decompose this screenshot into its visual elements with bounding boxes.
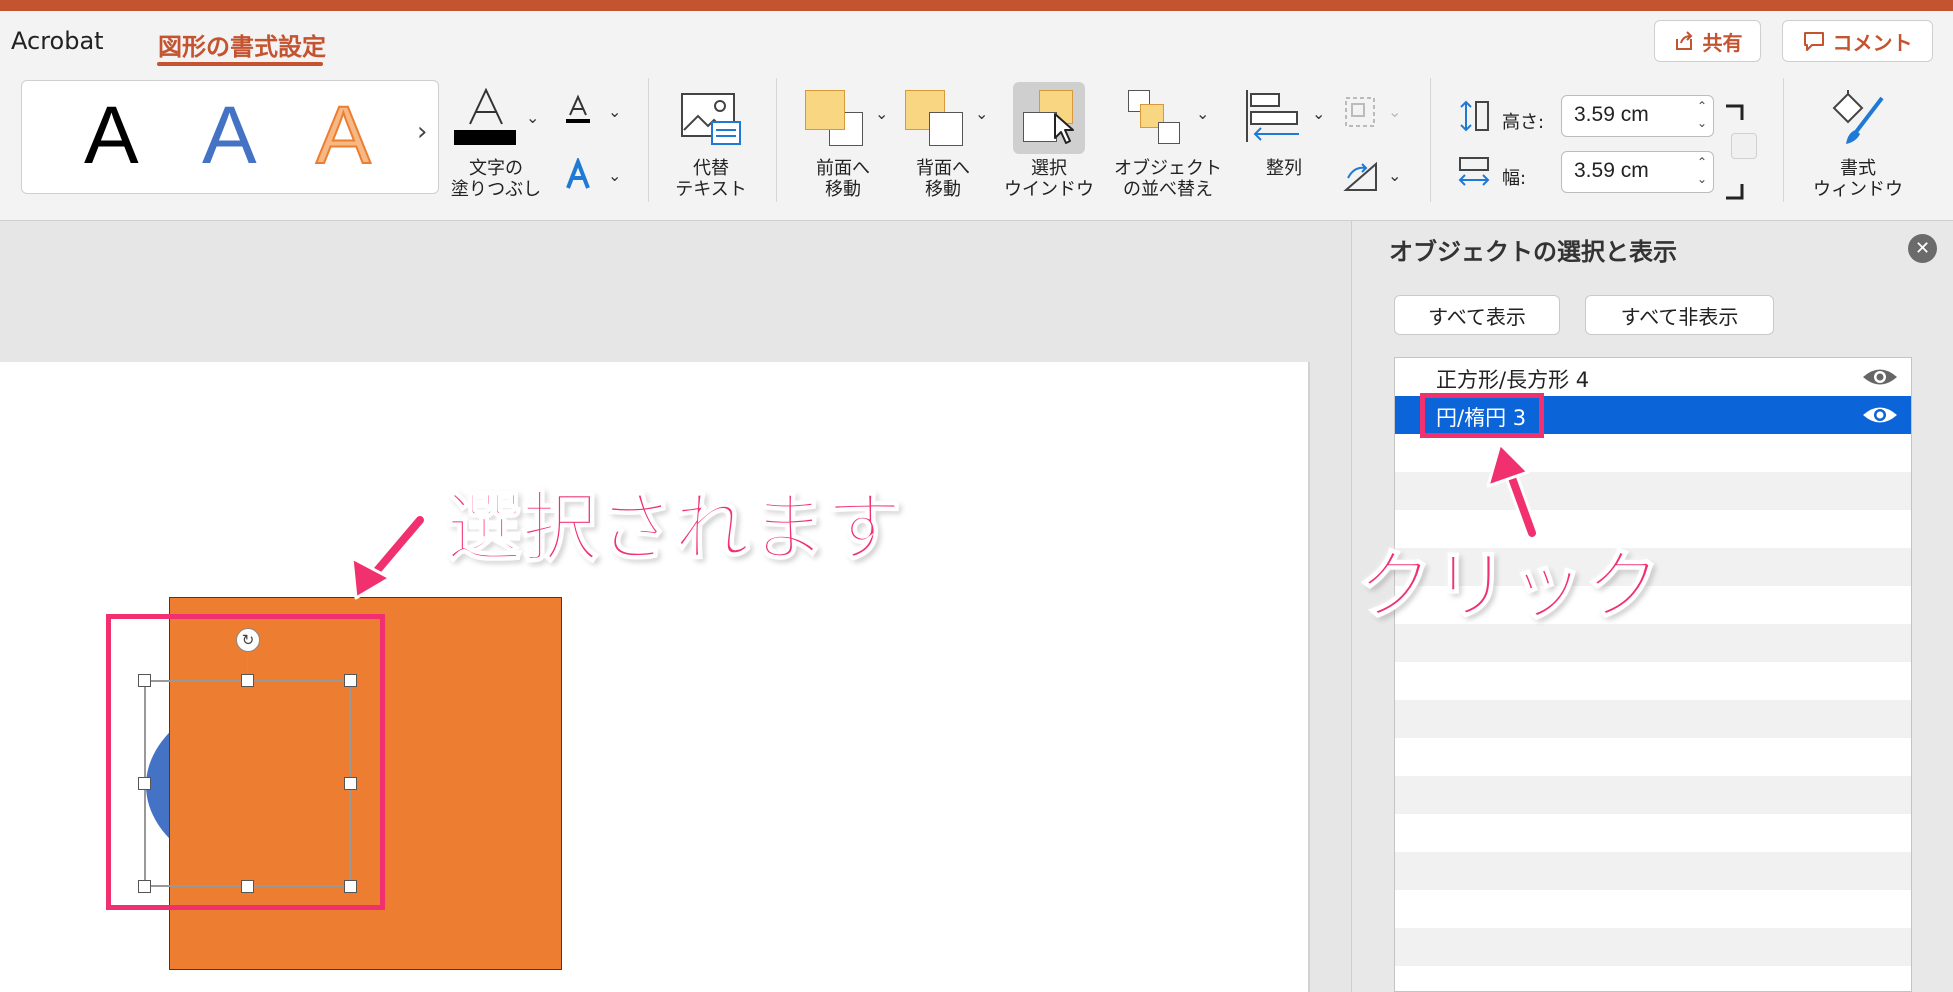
arrow-to-shape-icon [350,513,427,600]
arrow-to-list-item-icon [1486,442,1539,540]
annotation-arrows [350,442,1539,600]
